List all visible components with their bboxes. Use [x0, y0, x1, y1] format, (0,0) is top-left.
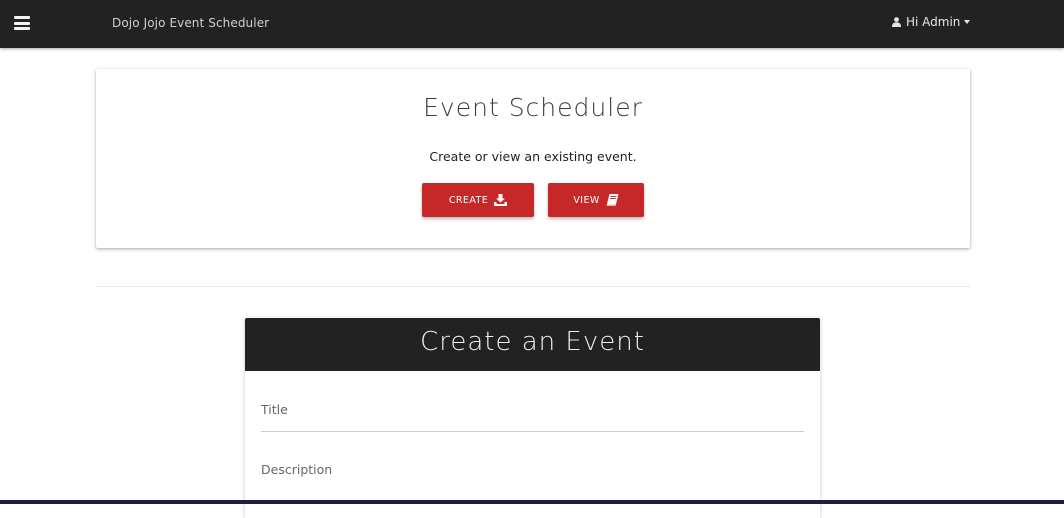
create-event-form: Create an Event	[245, 318, 820, 518]
event-scheduler-card: Event Scheduler Create or view an existi…	[96, 69, 970, 248]
view-button-label: VIEW	[573, 194, 600, 206]
view-button[interactable]: VIEW	[548, 183, 644, 217]
create-button[interactable]: CREATE	[422, 183, 534, 217]
section-divider	[96, 286, 970, 287]
title-field	[261, 396, 804, 432]
page-title: Event Scheduler	[423, 93, 643, 122]
title-input[interactable]	[261, 396, 804, 423]
user-menu-dropdown[interactable]: Hi Admin	[892, 15, 971, 29]
user-greeting: Hi Admin	[906, 15, 961, 29]
page-subtitle: Create or view an existing event.	[429, 149, 637, 164]
description-field	[261, 456, 804, 491]
download-icon	[494, 194, 508, 206]
top-navbar: Dojo Jojo Event Scheduler Hi Admin	[0, 0, 1064, 48]
user-icon	[892, 17, 901, 27]
book-icon	[606, 194, 619, 206]
brand-title[interactable]: Dojo Jojo Event Scheduler	[112, 16, 269, 30]
form-heading: Create an Event	[245, 318, 820, 371]
hamburger-menu-icon[interactable]	[14, 16, 30, 30]
chevron-down-icon	[964, 20, 971, 24]
create-button-label: CREATE	[448, 194, 489, 206]
taskbar-edge	[0, 500, 1064, 504]
description-input[interactable]	[261, 456, 804, 483]
